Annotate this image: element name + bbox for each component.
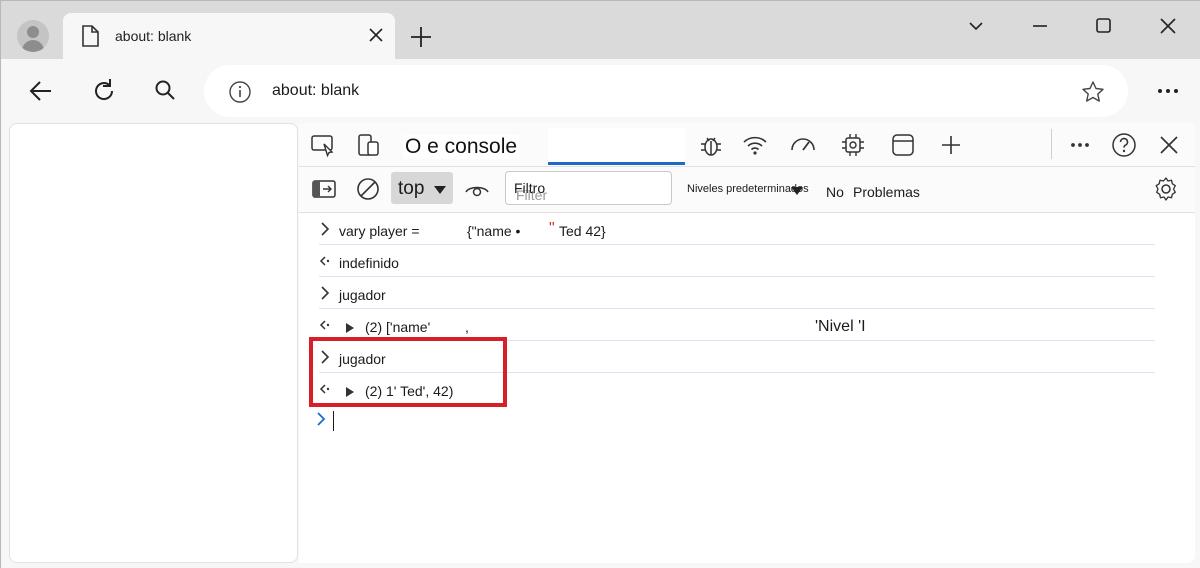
console-output-text[interactable]: (2) ['name' <box>365 319 430 335</box>
more-icon[interactable] <box>1066 131 1094 159</box>
info-icon[interactable] <box>228 80 252 109</box>
close-icon[interactable] <box>1155 131 1183 159</box>
bug-icon[interactable] <box>697 131 725 159</box>
chevron-down-icon[interactable] <box>791 183 803 201</box>
tab-title: about: blank <box>115 28 192 44</box>
devtools-toolbar: O e console <box>299 123 1195 167</box>
console-toolbar: top Filter Filtro Niveles predeterminado… <box>299 167 1195 213</box>
close-icon[interactable] <box>365 24 387 46</box>
chevron-down-icon[interactable] <box>963 13 989 39</box>
issues-count[interactable]: No <box>826 184 844 200</box>
console-output-text: indefinido <box>339 255 399 271</box>
tab-strip: about: blank <box>1 1 1200 59</box>
plus-icon[interactable] <box>407 23 435 51</box>
return-arrow-icon <box>319 254 331 273</box>
filter-input[interactable]: Filter Filtro <box>505 171 672 205</box>
eye-icon[interactable] <box>463 175 491 203</box>
address-url[interactable]: about: blank <box>272 82 359 100</box>
search-icon[interactable] <box>151 76 181 106</box>
refresh-icon[interactable] <box>89 76 119 106</box>
help-icon[interactable] <box>1110 131 1138 159</box>
console-input-row: vary player = {"name • " Ted 42} <box>319 213 1155 245</box>
maximize-icon[interactable] <box>1091 13 1117 39</box>
performance-icon[interactable] <box>789 131 817 159</box>
console-output-text: , <box>465 319 469 335</box>
page-viewport[interactable] <box>9 123 298 563</box>
inspect-icon[interactable] <box>309 131 337 159</box>
address-bar[interactable]: about: blank <box>204 65 1128 117</box>
browser-window: about: blank about: blank O e console to… <box>0 0 1200 568</box>
console-input-text: {"name • <box>467 223 521 239</box>
wifi-icon[interactable] <box>741 131 769 159</box>
more-icon[interactable] <box>1153 76 1183 106</box>
settings-icon[interactable] <box>1152 175 1180 203</box>
filter-value[interactable]: Filtro <box>514 180 545 196</box>
return-arrow-icon <box>319 318 331 337</box>
console-input-row: jugador <box>319 277 1155 309</box>
plus-icon[interactable] <box>937 131 965 159</box>
toolbar-divider <box>1051 129 1052 159</box>
console-output-row: indefinido <box>319 245 1155 277</box>
content-area: O e console top Filter Filtro Niveles pr… <box>1 121 1200 568</box>
back-icon[interactable] <box>27 76 57 106</box>
tab-active-indicator[interactable] <box>548 128 685 165</box>
profile-icon[interactable] <box>17 20 49 52</box>
minimize-icon[interactable] <box>1027 13 1053 39</box>
application-icon[interactable] <box>889 131 917 159</box>
device-icon[interactable] <box>355 131 383 159</box>
star-icon[interactable] <box>1080 79 1106 110</box>
issues-button[interactable]: Problemas <box>853 184 920 200</box>
browser-toolbar: about: blank <box>1 59 1200 121</box>
console-input-text: jugador <box>339 287 386 303</box>
context-label: top <box>398 178 425 199</box>
close-icon[interactable] <box>1155 13 1181 39</box>
sidebar-icon[interactable] <box>310 175 338 203</box>
context-selector[interactable]: top <box>391 172 453 204</box>
console-input-text: Ted 42} <box>559 223 606 239</box>
browser-tab[interactable]: about: blank <box>63 13 395 59</box>
clear-icon[interactable] <box>354 175 382 203</box>
highlight-box <box>309 337 507 407</box>
console-output-text: 'Nivel 'I <box>815 318 866 335</box>
cpu-icon[interactable] <box>839 131 867 159</box>
page-icon <box>81 25 99 52</box>
chevron-right-icon <box>319 222 331 241</box>
chevron-down-icon <box>433 182 447 200</box>
chevron-right-icon <box>319 286 331 305</box>
tab-console[interactable]: O e console <box>403 135 520 159</box>
console-prompt-input[interactable] <box>333 411 334 431</box>
console-input-text: vary player = <box>339 223 420 239</box>
prompt-chevron-icon <box>315 411 327 432</box>
string-quote: " <box>549 220 555 237</box>
